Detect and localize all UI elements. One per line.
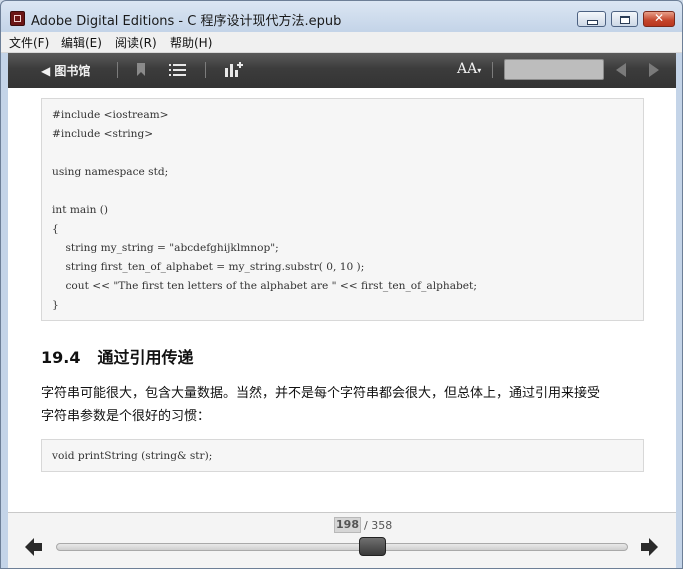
app-icon (10, 11, 25, 26)
code-line: } (52, 299, 59, 311)
maximize-button[interactable] (611, 11, 638, 27)
toolbar-separator (117, 62, 118, 78)
code-line: string first_ten_of_alphabet = my_string… (52, 261, 365, 273)
library-button[interactable]: ◀ 图书馆 (41, 62, 90, 79)
title-bar[interactable]: Adobe Digital Editions - C 程序设计现代方法.epub… (1, 1, 682, 32)
toolbar-separator (205, 62, 206, 78)
code-line: using namespace std; (52, 166, 169, 178)
next-result-icon[interactable] (648, 63, 659, 77)
section-title: 通过引用传递 (97, 348, 194, 367)
total-pages: / 358 (364, 519, 393, 532)
menu-edit[interactable]: 编辑(E) (61, 34, 102, 51)
reading-pane[interactable]: #include <iostream> #include <string> usin… (8, 88, 676, 568)
paragraph-line: 字符串可能很大，包含大量数据。当然，并不是每个字符串都会很大，但总体上，通过引用… (41, 386, 601, 401)
close-button[interactable]: ✕ (643, 11, 675, 27)
menu-read[interactable]: 阅读(R) (115, 34, 157, 51)
code-line: cout << "The first ten letters of the al… (52, 280, 477, 292)
code-block: void printString (string& str); (41, 439, 644, 472)
window-title: Adobe Digital Editions - C 程序设计现代方法.epub (31, 14, 342, 29)
bookmark-icon[interactable] (136, 62, 146, 77)
caret-down-icon: ▾ (477, 66, 482, 75)
section-number: 19.4 (41, 348, 81, 367)
code-line: #include <iostream> (52, 109, 169, 121)
code-line: void printString (string& str); (52, 450, 213, 462)
prev-result-icon[interactable] (616, 63, 627, 77)
close-icon: ✕ (653, 11, 665, 25)
page-navigation-bar: 198 / 358 (8, 512, 676, 568)
bar-chart-plus-icon[interactable] (225, 62, 243, 77)
page-slider-thumb[interactable] (358, 537, 386, 556)
current-page-field[interactable]: 198 (334, 517, 361, 533)
menu-bar: 文件(F) 编辑(E) 阅读(R) 帮助(H) (1, 32, 682, 53)
list-icon[interactable] (169, 63, 186, 77)
font-size-label: AA (457, 61, 478, 77)
reader-toolbar: ◀ 图书馆 AA▾ (8, 53, 676, 88)
section-heading: 19.4 通过引用传递 (41, 344, 194, 368)
app-window: Adobe Digital Editions - C 程序设计现代方法.epub… (0, 0, 683, 569)
minimize-button[interactable] (577, 11, 606, 27)
font-size-button[interactable]: AA▾ (457, 61, 481, 77)
menu-file[interactable]: 文件(F) (9, 34, 49, 51)
previous-page-icon[interactable] (25, 538, 43, 556)
code-line: #include <string> (52, 128, 154, 140)
page-slider-track[interactable] (56, 543, 628, 551)
menu-help[interactable]: 帮助(H) (170, 34, 212, 51)
code-line: string my_string = "abcdefghijklmnop"; (52, 242, 279, 254)
code-line: { (52, 223, 59, 235)
search-input[interactable] (504, 59, 604, 80)
code-line: int main () (52, 204, 109, 216)
paragraph-line: 字符串参数是个很好的习惯： (41, 409, 211, 424)
code-block: #include <iostream> #include <string> usin… (41, 98, 644, 321)
toolbar-separator (492, 62, 493, 78)
next-page-icon[interactable] (640, 538, 658, 556)
